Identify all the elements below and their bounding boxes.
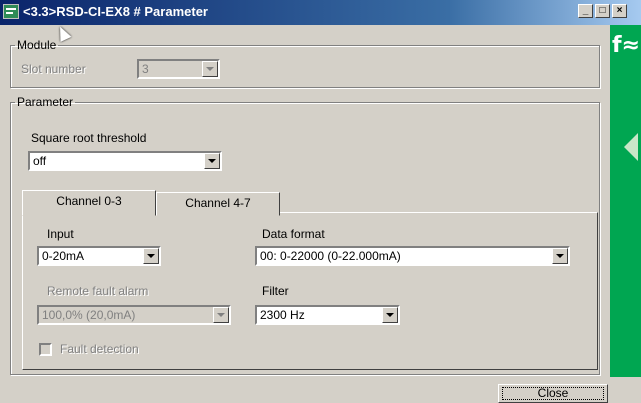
remote-fault-select: 100,0% (20,0mA) xyxy=(37,305,231,325)
slot-number-value: 3 xyxy=(142,62,149,76)
module-legend: Module xyxy=(17,38,57,52)
chevron-down-icon[interactable] xyxy=(143,248,159,264)
app-icon[interactable] xyxy=(3,4,19,19)
filter-value: 2300 Hz xyxy=(260,308,305,322)
tab-channel-0-3[interactable]: Channel 0-3 xyxy=(22,190,156,216)
sqrt-threshold-select[interactable]: off xyxy=(28,151,222,171)
input-select[interactable]: 0-20mA xyxy=(37,246,161,266)
data-format-select[interactable]: 00: 0-22000 (0-22.000mA) xyxy=(255,246,570,266)
parameter-legend: Parameter xyxy=(17,95,74,109)
arrow-icon xyxy=(624,133,638,161)
brand-panel: f≈ xyxy=(610,25,641,377)
input-label: Input xyxy=(47,227,74,241)
module-group: Module xyxy=(10,38,600,88)
tab-channel-4-7[interactable]: Channel 4-7 xyxy=(156,192,280,216)
chevron-down-icon[interactable] xyxy=(552,248,568,264)
filter-label: Filter xyxy=(262,284,289,298)
title-bar[interactable]: <3.3>RSD-CI-EX8 # Parameter _ □ × xyxy=(0,0,641,25)
fault-detection-checkbox xyxy=(39,343,52,356)
chevron-down-icon[interactable] xyxy=(382,307,398,323)
slot-number-select: 3 xyxy=(137,59,220,79)
remote-fault-value: 100,0% (20,0mA) xyxy=(42,308,136,322)
focus-rect xyxy=(502,387,604,400)
filter-select[interactable]: 2300 Hz xyxy=(255,305,400,325)
input-value: 0-20mA xyxy=(42,249,85,263)
tab-channel-4-7-label: Channel 4-7 xyxy=(185,196,251,210)
chevron-down-icon[interactable] xyxy=(204,153,220,169)
sqrt-threshold-value: off xyxy=(33,154,47,168)
close-window-button[interactable]: × xyxy=(612,4,627,18)
maximize-button[interactable]: □ xyxy=(595,4,610,18)
slot-number-label: Slot number xyxy=(21,62,86,76)
tab-channel-0-3-label: Channel 0-3 xyxy=(56,194,122,208)
chevron-down-icon xyxy=(213,307,229,323)
fault-detection-label: Fault detection xyxy=(60,342,139,356)
data-format-value: 00: 0-22000 (0-22.000mA) xyxy=(260,249,401,263)
remote-fault-label: Remote fault alarm xyxy=(47,284,149,298)
sqrt-threshold-label: Square root threshold xyxy=(31,131,147,145)
brand-logo: f≈ xyxy=(612,33,641,58)
chevron-down-icon xyxy=(202,61,218,77)
minimize-button[interactable]: _ xyxy=(578,4,593,18)
close-button[interactable]: Close xyxy=(498,384,608,403)
window-title: <3.3>RSD-CI-EX8 # Parameter xyxy=(23,4,208,19)
data-format-label: Data format xyxy=(262,227,325,241)
